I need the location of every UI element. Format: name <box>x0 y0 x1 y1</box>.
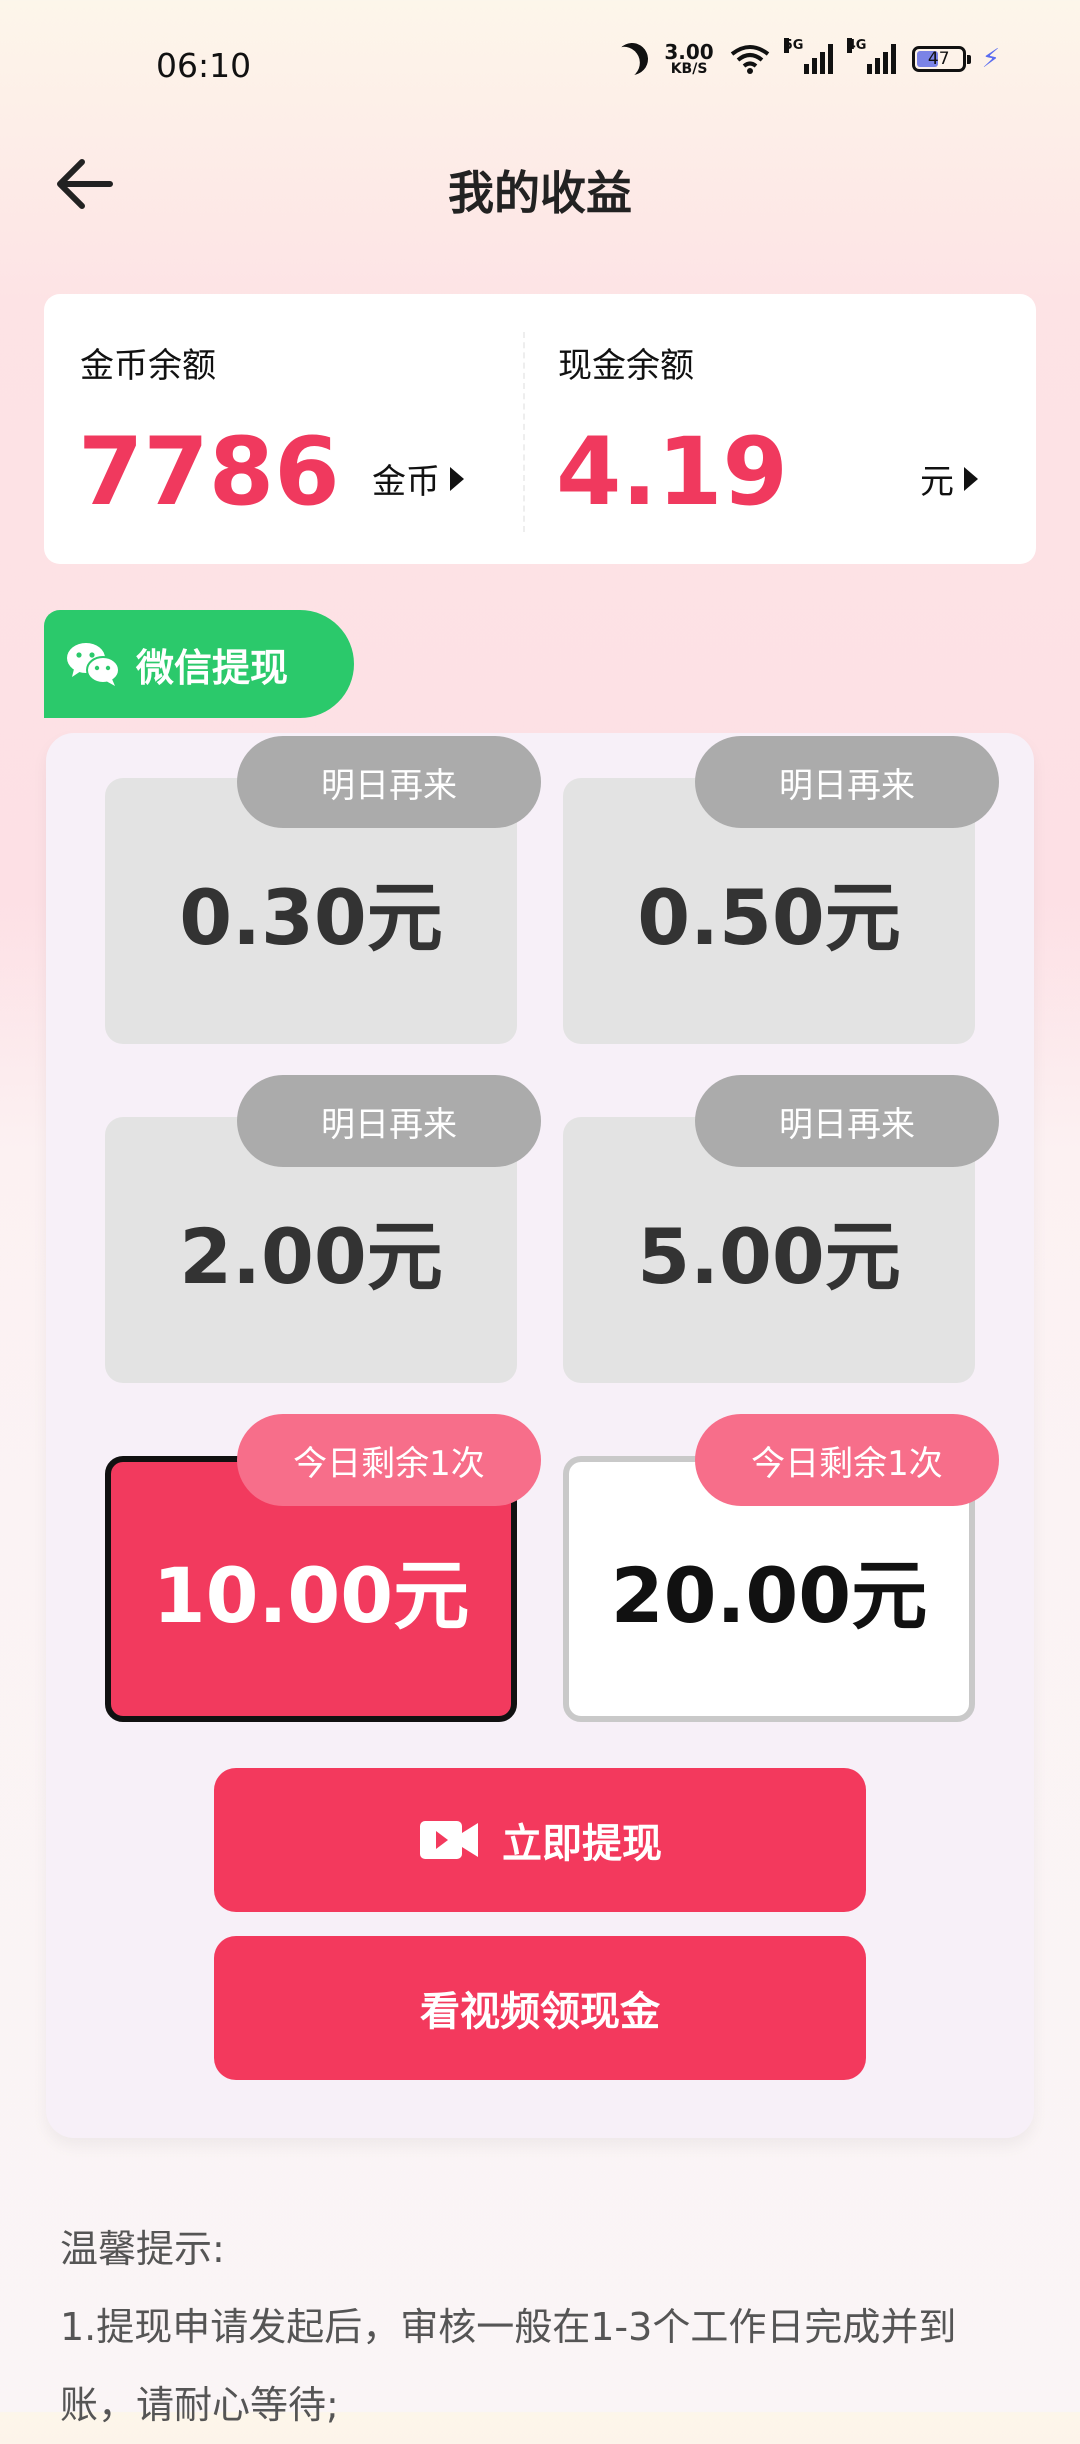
watch-video-button[interactable]: 看视频领现金 <box>214 1936 866 2080</box>
status-badge: 明日再来 <box>695 736 999 828</box>
amount-label: 2.00元 <box>179 1212 443 1301</box>
page-title: 我的收益 <box>448 166 632 220</box>
tips-line: 1.提现申请发起后，审核一般在1-3个工作日完成并到 <box>60 2305 957 2349</box>
tips-title: 温馨提示: <box>60 2227 225 2271</box>
status-icons: 3.00 KB/S 5G 4G 47 ⚡ <box>616 38 1000 76</box>
arrow-right-icon <box>450 466 464 491</box>
wechat-icon <box>67 643 120 686</box>
tips-section: 温馨提示: 1.提现申请发起后，审核一般在1-3个工作日完成并到 账，请耐心等待… <box>60 2210 1020 2444</box>
status-time: 06:10 <box>156 46 252 85</box>
watch-video-label: 看视频领现金 <box>420 1989 660 2035</box>
battery-level: 47 <box>927 49 950 69</box>
wechat-tab-label: 微信提现 <box>136 645 289 690</box>
battery-icon: 47 <box>911 46 971 72</box>
coin-balance-label: 金币余额 <box>80 346 216 386</box>
network-speed: 3.00 KB/S <box>664 42 713 76</box>
wifi-icon <box>730 45 769 74</box>
status-badge: 明日再来 <box>695 1075 999 1167</box>
coin-detail-link[interactable]: 金币 <box>372 454 464 503</box>
cash-detail-link[interactable]: 元 <box>920 454 978 503</box>
signal-4g-icon: 4G <box>846 38 896 74</box>
balance-divider <box>523 332 525 532</box>
withdraw-now-label: 立即提现 <box>502 1821 662 1867</box>
withdraw-now-button[interactable]: 立即提现 <box>214 1768 866 1912</box>
cash-balance-label: 现金余额 <box>558 346 694 386</box>
status-badge: 明日再来 <box>237 1075 541 1167</box>
status-badge: 明日再来 <box>237 736 541 828</box>
amount-label: 5.00元 <box>637 1212 901 1301</box>
amount-label: 0.50元 <box>637 873 901 962</box>
remaining-badge: 今日剩余1次 <box>695 1414 999 1506</box>
amount-label: 10.00元 <box>152 1551 470 1640</box>
remaining-badge: 今日剩余1次 <box>237 1414 541 1506</box>
arrow-right-icon <box>964 466 978 491</box>
wechat-withdraw-tab[interactable]: 微信提现 <box>44 610 354 718</box>
amount-label: 0.30元 <box>179 873 443 962</box>
signal-5g-icon: 5G <box>783 38 833 74</box>
coin-unit-label: 金币 <box>372 462 440 502</box>
cash-balance-value: 4.19 <box>556 418 788 527</box>
amount-label: 20.00元 <box>610 1551 928 1640</box>
video-camera-icon <box>420 1821 478 1859</box>
do-not-disturb-icon <box>611 38 654 81</box>
signal-5g-label: 5G <box>783 38 804 53</box>
network-speed-unit: KB/S <box>670 61 708 77</box>
tips-line: 账，请耐心等待; <box>60 2383 339 2427</box>
signal-4g-label: 4G <box>846 38 867 53</box>
charging-icon: ⚡ <box>981 44 1000 74</box>
coin-balance-value: 7786 <box>78 418 340 527</box>
network-speed-value: 3.00 <box>664 40 714 64</box>
cash-unit-label: 元 <box>920 462 954 502</box>
